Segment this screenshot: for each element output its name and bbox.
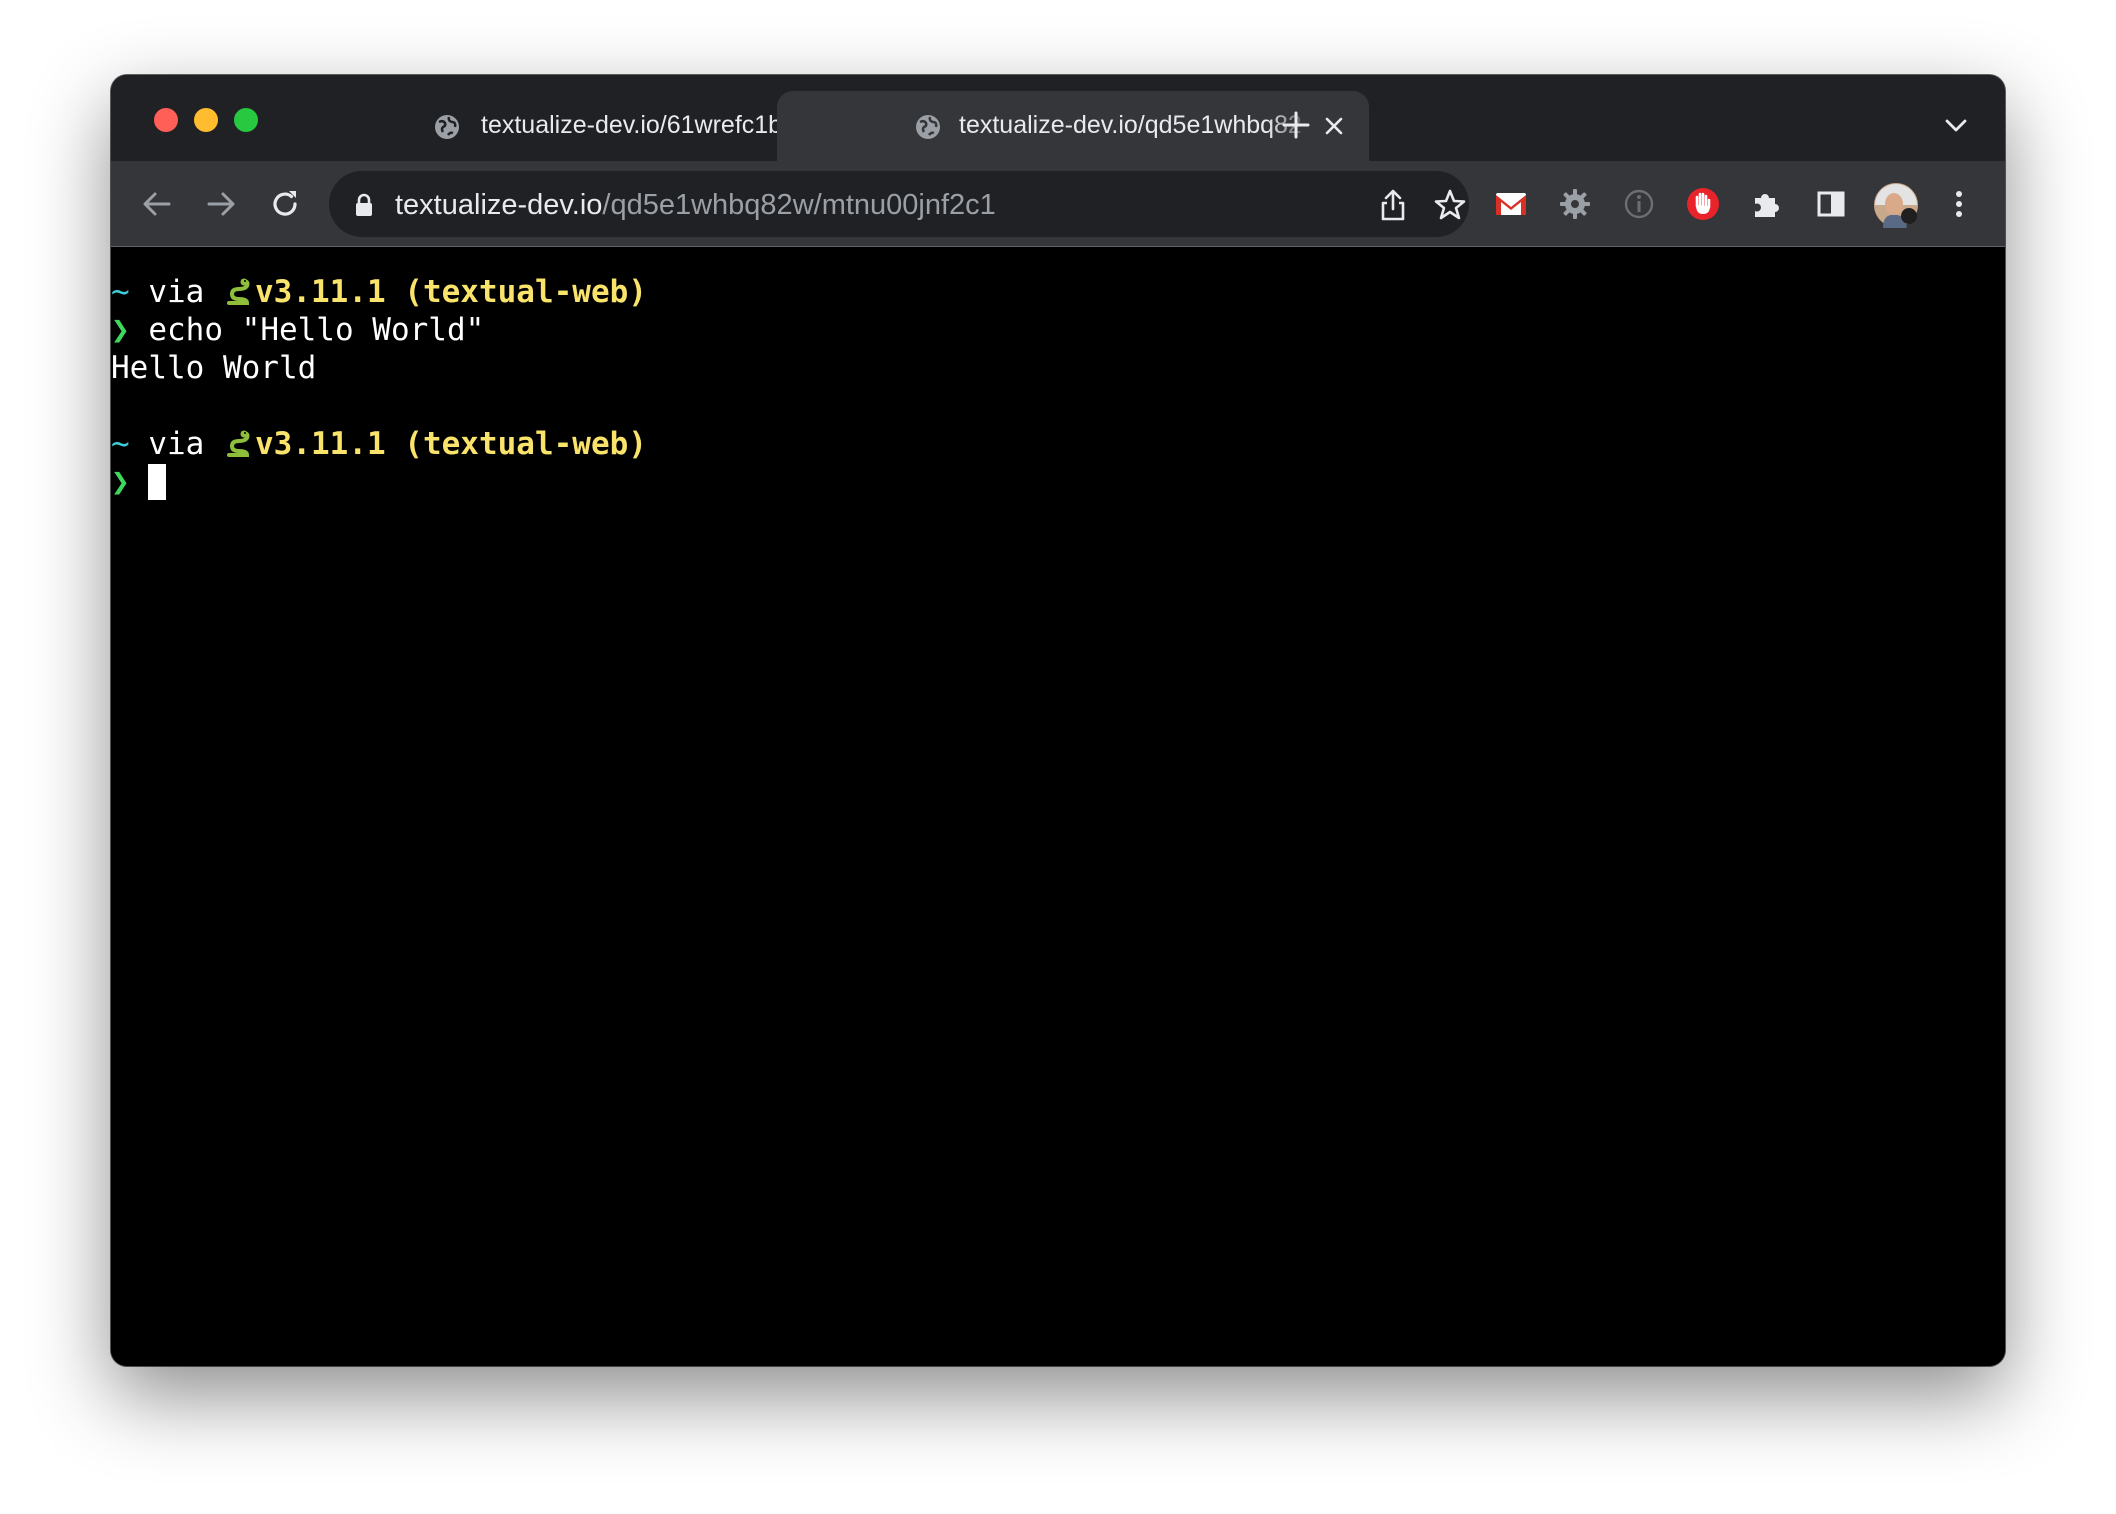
prompt-line: ~ via v3.11.1 (textual-web)	[111, 273, 2005, 311]
puzzle-icon[interactable]	[1749, 186, 1785, 222]
via-text: via	[129, 274, 223, 310]
prompt-line: ~ via v3.11.1 (textual-web)	[111, 425, 2005, 463]
chevron-down-icon[interactable]	[1944, 115, 1968, 135]
output-text: Hello World	[111, 350, 317, 386]
globe-icon	[435, 115, 459, 139]
terminal[interactable]: ~ via v3.11.1 (textual-web) ❯ echo "Hell…	[111, 247, 2005, 1366]
input-line[interactable]: ❯	[111, 463, 2005, 501]
url-text[interactable]: textualize-dev.io/qd5e1whbq82w/mtnu00jnf…	[395, 189, 996, 222]
address-bar[interactable]: textualize-dev.io/qd5e1whbq82w/mtnu00jnf…	[329, 171, 1469, 237]
kebab-menu-icon[interactable]	[1941, 186, 1977, 222]
command-text: echo "Hello World"	[129, 312, 485, 348]
tab-title: textualize-dev.io/qd5e1whbq82	[959, 111, 1302, 139]
tab-inactive[interactable]: textualize-dev.io/61wrefc1bbv2	[313, 91, 871, 161]
globe-icon	[916, 115, 940, 139]
text-cursor	[148, 464, 167, 500]
maximize-window-button[interactable]	[234, 108, 258, 132]
python-snake-icon	[227, 278, 250, 305]
python-snake-icon	[227, 430, 250, 457]
tab-strip: textualize-dev.io/61wrefc1bbv2 textualiz…	[111, 75, 2005, 161]
share-icon[interactable]	[1377, 188, 1409, 222]
star-icon[interactable]	[1433, 188, 1467, 222]
toolbar: textualize-dev.io/qd5e1whbq82w/mtnu00jnf…	[111, 161, 2005, 247]
gmail-icon[interactable]	[1493, 186, 1529, 222]
close-window-button[interactable]	[154, 108, 178, 132]
browser-window: textualize-dev.io/61wrefc1bbv2 textualiz…	[111, 75, 2005, 1366]
prompt-symbol: ❯	[111, 312, 130, 348]
reload-icon[interactable]	[267, 186, 303, 222]
info-icon[interactable]	[1621, 186, 1657, 222]
python-version: v3.11.1 (textual-web)	[255, 426, 647, 462]
side-panel-icon[interactable]	[1813, 186, 1849, 222]
stop-hand-icon[interactable]	[1685, 186, 1721, 222]
lock-icon[interactable]	[353, 192, 375, 218]
command-line: ❯ echo "Hello World"	[111, 311, 2005, 349]
output-line: Hello World	[111, 349, 2005, 387]
arrow-right-icon[interactable]	[203, 186, 239, 222]
minimize-window-button[interactable]	[194, 108, 218, 132]
prompt-symbol: ❯	[111, 464, 130, 500]
cwd-tilde: ~	[111, 426, 130, 462]
via-text: via	[129, 426, 223, 462]
python-version: v3.11.1 (textual-web)	[255, 274, 647, 310]
arrow-left-icon[interactable]	[139, 186, 175, 222]
close-icon[interactable]	[1321, 113, 1347, 139]
cwd-tilde: ~	[111, 274, 130, 310]
avatar[interactable]	[1873, 182, 1919, 228]
gear-icon[interactable]	[1557, 186, 1593, 222]
new-tab-plus-icon[interactable]	[1281, 110, 1311, 140]
